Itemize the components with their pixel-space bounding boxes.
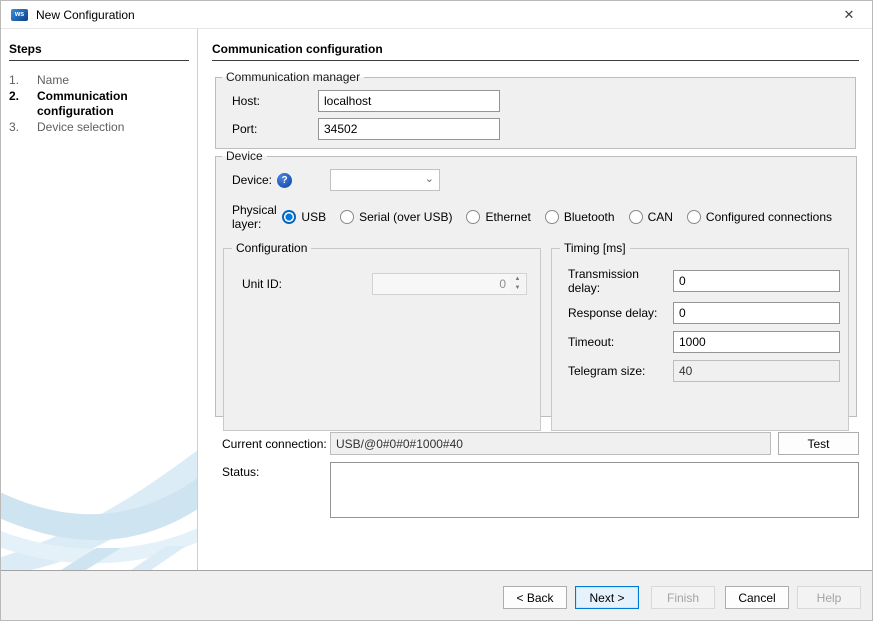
group-title: Timing [ms] (560, 241, 630, 255)
steps-sidebar: Steps 1. Name 2. Communication configura… (1, 29, 198, 570)
unit-id-row: Unit ID: 0 ▲ ▼ (224, 273, 540, 295)
unit-id-stepper: 0 ▲ ▼ (372, 273, 527, 295)
window-title: New Configuration (36, 8, 135, 22)
timeout-label: Timeout: (568, 335, 673, 349)
footer-button-bar: < Back Next > Finish Cancel Help (1, 570, 872, 620)
radio-configured-connections[interactable]: Configured connections (687, 210, 832, 224)
test-button[interactable]: Test (778, 432, 859, 455)
radio-dot-icon (340, 210, 354, 224)
radio-dot-icon (629, 210, 643, 224)
next-button[interactable]: Next > (575, 586, 639, 609)
telegram-size-input (673, 360, 840, 382)
device-select[interactable]: ⌄ (330, 169, 440, 191)
cancel-button[interactable]: Cancel (725, 586, 789, 609)
steps-heading: Steps (9, 42, 189, 56)
configuration-group: Configuration Unit ID: 0 ▲ ▼ (223, 241, 541, 431)
transmission-delay-label: Transmission delay: (568, 267, 673, 295)
port-input[interactable] (318, 118, 500, 140)
radio-bluetooth[interactable]: Bluetooth (545, 210, 615, 224)
help-button: Help (797, 586, 861, 609)
timeout-row: Timeout: (552, 331, 848, 353)
step-item-device-selection: 3. Device selection (9, 120, 189, 135)
finish-button: Finish (651, 586, 715, 609)
titlebar[interactable]: ws New Configuration ✕ (1, 1, 872, 29)
timing-group: Timing [ms] Transmission delay: Response… (551, 241, 849, 431)
communication-manager-group: Communication manager Host: Port: (215, 70, 856, 149)
timeout-input[interactable] (673, 331, 840, 353)
unit-id-label: Unit ID: (242, 277, 372, 291)
port-row: Port: (216, 118, 855, 140)
spinner-down-icon: ▼ (510, 284, 525, 293)
step-item-name: 1. Name (9, 73, 189, 88)
close-icon[interactable]: ✕ (836, 7, 862, 23)
status-area (330, 462, 859, 518)
swoosh-decoration (1, 430, 198, 570)
spinner-up-icon: ▲ (510, 275, 525, 284)
steps-list: 1. Name 2. Communication configuration 3… (9, 73, 189, 135)
radio-dot-icon (282, 210, 296, 224)
step-item-communication-configuration: 2. Communication configuration (9, 89, 189, 119)
group-title: Communication manager (222, 70, 364, 84)
help-icon[interactable]: ? (277, 173, 292, 188)
heading-rule (212, 60, 859, 61)
step-label: Communication configuration (37, 89, 189, 119)
current-connection-label: Current connection: (222, 437, 330, 451)
device-group: Device Device: ? ⌄ Physical layer: (215, 149, 857, 417)
new-configuration-dialog: ws New Configuration ✕ Steps 1. Name 2. … (0, 0, 873, 621)
back-button[interactable]: < Back (503, 586, 567, 609)
physical-layer-row: Physical layer: USB Serial (over USB) Et… (216, 203, 856, 231)
physical-layer-label: Physical layer: (232, 203, 282, 231)
telegram-size-row: Telegram size: (552, 360, 848, 382)
device-row: Device: ? ⌄ (216, 169, 856, 191)
radio-dot-icon (466, 210, 480, 224)
steps-rule (9, 60, 189, 61)
response-delay-input[interactable] (673, 302, 840, 324)
status-label: Status: (222, 462, 330, 479)
device-subgroups: Configuration Unit ID: 0 ▲ ▼ (216, 241, 856, 431)
response-delay-row: Response delay: (552, 302, 848, 324)
port-label: Port: (232, 122, 318, 136)
telegram-size-label: Telegram size: (568, 364, 673, 378)
host-row: Host: (216, 90, 855, 112)
page-title: Communication configuration (212, 42, 859, 56)
status-row: Status: (212, 462, 859, 518)
host-input[interactable] (318, 90, 500, 112)
group-title: Configuration (232, 241, 311, 255)
current-connection-field (330, 432, 771, 455)
radio-dot-icon (687, 210, 701, 224)
radio-ethernet[interactable]: Ethernet (466, 210, 530, 224)
radio-dot-icon (545, 210, 559, 224)
transmission-delay-input[interactable] (673, 270, 840, 292)
response-delay-label: Response delay: (568, 306, 673, 320)
current-connection-row: Current connection: Test (212, 432, 859, 455)
radio-usb[interactable]: USB (282, 210, 326, 224)
unit-id-value: 0 (499, 277, 506, 291)
step-label: Name (37, 73, 189, 88)
chevron-down-icon: ⌄ (425, 172, 434, 185)
radio-serial-over-usb[interactable]: Serial (over USB) (340, 210, 452, 224)
app-icon: ws (11, 9, 28, 21)
radio-can[interactable]: CAN (629, 210, 673, 224)
transmission-delay-row: Transmission delay: (552, 267, 848, 295)
group-title: Device (222, 149, 267, 163)
device-label: Device: (232, 173, 272, 187)
communication-configuration-panel: Communication configuration Communicatio… (198, 29, 872, 570)
step-label: Device selection (37, 120, 189, 135)
host-label: Host: (232, 94, 318, 108)
dialog-body: Steps 1. Name 2. Communication configura… (1, 29, 872, 570)
